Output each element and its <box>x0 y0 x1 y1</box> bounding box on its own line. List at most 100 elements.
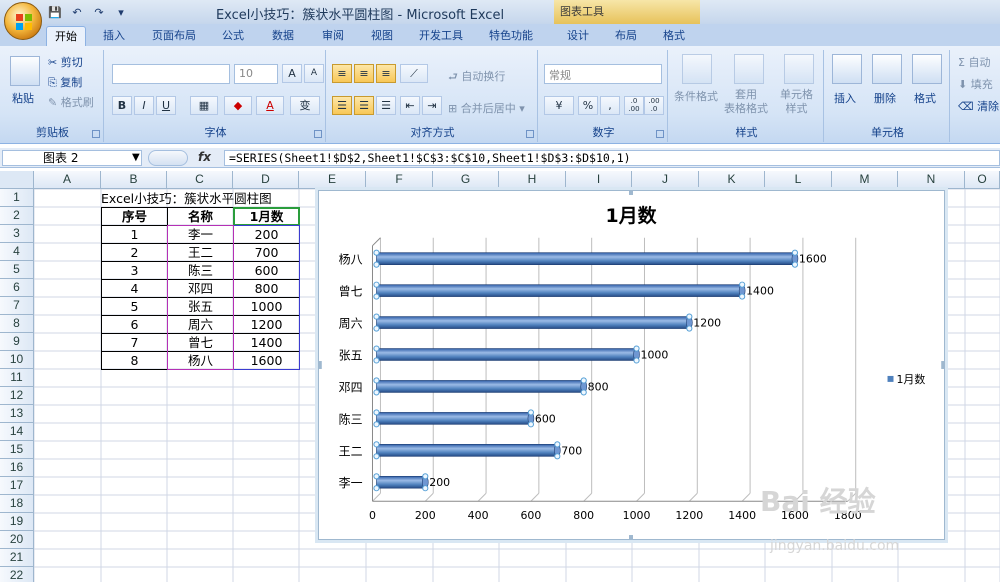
clear-button[interactable]: ⌫ 清除 <box>958 98 999 114</box>
selection-handle[interactable] <box>373 389 380 396</box>
table-cell[interactable]: 2 <box>101 243 168 262</box>
delete-cells-icon[interactable] <box>872 54 902 84</box>
chart-resize-handle[interactable] <box>318 361 322 369</box>
selection-handle[interactable] <box>373 473 380 480</box>
tab-features[interactable]: 特色功能 <box>480 26 542 46</box>
font-size-input[interactable]: 10 <box>234 64 278 84</box>
bar[interactable] <box>376 316 690 329</box>
selection-handle[interactable] <box>554 441 561 448</box>
select-all-corner[interactable] <box>0 171 34 189</box>
tab-developer[interactable]: 开发工具 <box>411 26 471 46</box>
conditional-format-icon[interactable] <box>682 54 712 84</box>
data-label[interactable]: 1600 <box>799 253 827 266</box>
bar[interactable] <box>376 252 796 265</box>
undo-icon[interactable]: ↶ <box>68 4 86 21</box>
selection-handle[interactable] <box>373 421 380 428</box>
merge-center-button[interactable]: ⊞ 合并后居中 ▾ <box>448 100 525 116</box>
copy-button[interactable]: ⎘ 复制 <box>48 74 82 90</box>
selection-handle[interactable] <box>554 453 561 460</box>
selection-handle[interactable] <box>422 485 429 492</box>
row-header[interactable]: 11 <box>0 369 34 387</box>
row-header[interactable]: 20 <box>0 531 34 549</box>
column-header[interactable]: I <box>566 171 632 189</box>
number-launcher-icon[interactable] <box>656 130 664 138</box>
data-label[interactable]: 1200 <box>693 317 721 330</box>
row-header[interactable]: 18 <box>0 495 34 513</box>
number-format-select[interactable]: 常规 <box>544 64 662 84</box>
tab-view[interactable]: 视图 <box>362 26 402 46</box>
align-center-icon[interactable]: ☰ <box>354 96 374 115</box>
delete-cells-button[interactable]: 删除 <box>874 90 896 106</box>
border-icon[interactable]: ▦ <box>190 96 218 115</box>
selection-handle[interactable] <box>373 409 380 416</box>
redo-icon[interactable]: ↷ <box>90 4 108 21</box>
data-label[interactable]: 600 <box>535 412 556 425</box>
tab-formulas[interactable]: 公式 <box>213 26 253 46</box>
selection-handle[interactable] <box>373 325 380 332</box>
tab-layout[interactable]: 布局 <box>608 26 644 46</box>
formula-input[interactable]: =SERIES(Sheet1!$D$2,Sheet1!$C$3:$C$10,Sh… <box>224 150 1000 166</box>
name-box-dropdown-icon[interactable]: ▼ <box>132 152 140 163</box>
row-header[interactable]: 12 <box>0 387 34 405</box>
row-header[interactable]: 4 <box>0 243 34 261</box>
column-header[interactable]: A <box>34 171 101 189</box>
row-header[interactable]: 17 <box>0 477 34 495</box>
tab-home[interactable]: 开始 <box>46 26 86 46</box>
align-bottom-icon[interactable]: ≡ <box>376 64 396 83</box>
table-cell[interactable]: 7 <box>101 333 168 352</box>
row-header[interactable]: 3 <box>0 225 34 243</box>
row-header[interactable]: 9 <box>0 333 34 351</box>
format-as-table-button[interactable]: 套用 表格格式 <box>724 88 768 116</box>
paste-icon[interactable] <box>10 56 40 86</box>
selection-handle[interactable] <box>580 377 587 384</box>
row-header[interactable]: 13 <box>0 405 34 423</box>
bold-button[interactable]: B <box>112 96 132 115</box>
format-cells-button[interactable]: 格式 <box>914 90 936 106</box>
row-header[interactable]: 19 <box>0 513 34 531</box>
selection-handle[interactable] <box>373 261 380 268</box>
column-header[interactable]: M <box>832 171 898 189</box>
column-header[interactable]: B <box>101 171 167 189</box>
bar[interactable] <box>376 444 558 457</box>
table-cell[interactable]: 4 <box>101 279 168 298</box>
autosum-button[interactable]: Σ 自动 <box>958 54 990 70</box>
cut-button[interactable]: ✂ 剪切 <box>48 54 83 70</box>
row-header[interactable]: 7 <box>0 297 34 315</box>
selection-handle[interactable] <box>373 485 380 492</box>
comma-button[interactable]: , <box>600 96 620 115</box>
column-header[interactable]: C <box>167 171 233 189</box>
insert-cells-button[interactable]: 插入 <box>834 90 856 106</box>
row-header[interactable]: 8 <box>0 315 34 333</box>
increase-decimal-button[interactable]: .0 .00 <box>624 96 644 115</box>
table-cell[interactable]: 5 <box>101 297 168 316</box>
tab-review[interactable]: 审阅 <box>313 26 353 46</box>
row-header[interactable]: 10 <box>0 351 34 369</box>
row-header[interactable]: 5 <box>0 261 34 279</box>
row-header[interactable]: 14 <box>0 423 34 441</box>
fill-button[interactable]: ⬇ 填充 <box>958 76 993 92</box>
align-left-icon[interactable]: ☰ <box>332 96 352 115</box>
formula-bar-expand-icon[interactable] <box>148 150 188 166</box>
data-label[interactable]: 800 <box>588 380 609 393</box>
row-header[interactable]: 2 <box>0 207 34 225</box>
insert-function-icon[interactable]: fx <box>198 150 218 166</box>
fill-color-icon[interactable]: ◆ <box>224 96 252 115</box>
column-header[interactable]: G <box>433 171 499 189</box>
format-cells-icon[interactable] <box>912 54 942 84</box>
customize-qat-icon[interactable]: ▾ <box>112 4 130 21</box>
selection-handle[interactable] <box>791 249 799 256</box>
chart-title[interactable]: 1月数 <box>606 204 657 227</box>
table-cell[interactable]: 1 <box>101 225 168 244</box>
column-header[interactable]: E <box>299 171 366 189</box>
cell-styles-button[interactable]: 单元格 样式 <box>780 88 813 116</box>
row-header[interactable]: 22 <box>0 567 34 582</box>
office-button[interactable] <box>4 2 42 40</box>
selection-handle[interactable] <box>527 421 534 428</box>
selection-handle[interactable] <box>373 293 380 300</box>
percent-button[interactable]: % <box>578 96 598 115</box>
paste-button[interactable]: 粘贴 <box>12 90 34 106</box>
decrease-indent-icon[interactable]: ⇤ <box>400 96 420 115</box>
format-painter-button[interactable]: ✎ 格式刷 <box>48 94 94 110</box>
bar[interactable] <box>376 475 426 489</box>
selection-handle[interactable] <box>686 313 693 320</box>
